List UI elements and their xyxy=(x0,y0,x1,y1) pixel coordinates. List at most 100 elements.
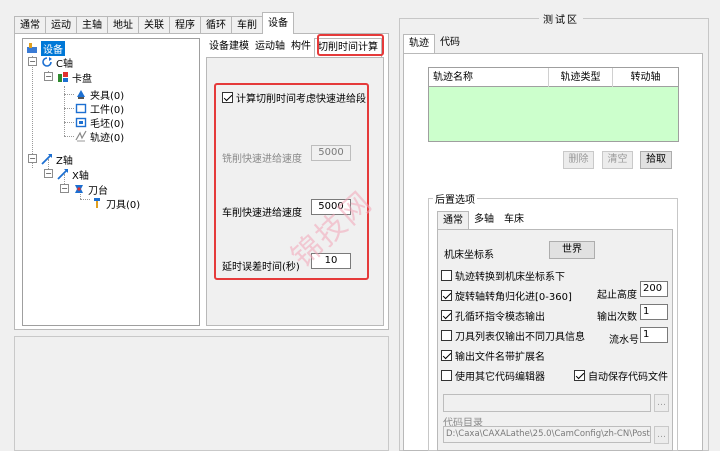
editor-path-input[interactable] xyxy=(443,394,651,412)
tool-icon xyxy=(91,197,103,209)
serial-number-input[interactable]: 1 xyxy=(640,327,668,343)
clear-button[interactable]: 清空 xyxy=(602,151,633,169)
delay-time-label: 延时误差时间(秒) xyxy=(222,262,300,273)
tab-program[interactable]: 程序 xyxy=(169,16,201,34)
tab-relation[interactable]: 关联 xyxy=(138,16,170,34)
track-table-header: 轨迹名称 轨迹类型 转动轴 xyxy=(429,68,678,87)
tree-node-fixture[interactable]: 夹具(0) xyxy=(75,87,124,102)
serial-number-label: 流水号 xyxy=(609,335,639,346)
auto-save-code-option[interactable]: 自动保存代码文件 xyxy=(574,368,668,383)
tab-post-lathe[interactable]: 车床 xyxy=(499,211,529,228)
consider-rapid-option[interactable]: 计算切削时间考虑快速进给段 xyxy=(222,90,366,105)
tab-post-general[interactable]: 通常 xyxy=(437,211,469,230)
expander-turret[interactable]: − xyxy=(60,184,69,193)
to-machine-coord-option[interactable]: 轨迹转换到机床坐标系下 xyxy=(441,268,565,283)
tree-node-device[interactable]: 设备 xyxy=(26,40,65,56)
tree-node-blank[interactable]: 毛坯(0) xyxy=(75,115,124,130)
rotate-axis-icon xyxy=(41,56,53,68)
tree-node-x-axis[interactable]: X轴 xyxy=(57,167,89,182)
expander-z-axis[interactable]: − xyxy=(28,154,37,163)
tab-track[interactable]: 轨迹 xyxy=(403,34,435,55)
highlight-box xyxy=(317,34,384,56)
machine-coord-button[interactable]: 世界 xyxy=(549,241,595,259)
highlight-box xyxy=(214,83,369,280)
tab-motion[interactable]: 运动 xyxy=(45,16,77,34)
tree-line xyxy=(64,108,74,109)
filename-extension-checkbox[interactable] xyxy=(441,350,452,361)
start-height-label: 起止高度 xyxy=(597,290,637,301)
turn-rapid-input[interactable]: 5000 xyxy=(311,199,351,215)
tree-node-track[interactable]: 轨迹(0) xyxy=(75,129,124,144)
tree-line xyxy=(80,199,90,200)
tree-node-tool[interactable]: 刀具(0) xyxy=(91,196,140,211)
mill-rapid-label: 铣削快速进给速度 xyxy=(222,154,302,165)
expander-chuck[interactable]: − xyxy=(44,72,53,81)
normalize-rotary-option[interactable]: 旋转轴转角归化进[0-360] xyxy=(441,288,572,303)
workpiece-icon xyxy=(75,102,87,114)
tab-motion-axis[interactable]: 运动轴 xyxy=(252,38,288,56)
tab-device[interactable]: 设备 xyxy=(262,12,294,34)
hole-cycle-modal-option[interactable]: 孔循环指令模态输出 xyxy=(441,308,545,323)
tab-component[interactable]: 构件 xyxy=(288,38,314,56)
track-icon xyxy=(75,130,87,142)
tab-post-multiaxis[interactable]: 多轴 xyxy=(469,211,499,228)
tree-node-workpiece[interactable]: 工件(0) xyxy=(75,101,124,116)
normalize-rotary-checkbox[interactable] xyxy=(441,290,452,301)
to-machine-coord-checkbox[interactable] xyxy=(441,270,452,281)
output-count-input[interactable]: 1 xyxy=(640,304,668,320)
tree-line xyxy=(64,122,74,123)
delay-time-input[interactable]: 10 xyxy=(311,253,351,269)
tab-spindle[interactable]: 主轴 xyxy=(76,16,108,34)
expander-c-axis[interactable]: − xyxy=(28,57,37,66)
delete-button[interactable]: 删除 xyxy=(563,151,594,169)
auto-save-code-checkbox[interactable] xyxy=(574,370,585,381)
hole-cycle-modal-checkbox[interactable] xyxy=(441,310,452,321)
output-count-label: 输出次数 xyxy=(597,312,637,323)
device-icon xyxy=(26,42,38,54)
tool-list-unique-checkbox[interactable] xyxy=(441,330,452,341)
tab-code[interactable]: 代码 xyxy=(435,34,465,52)
tab-address[interactable]: 地址 xyxy=(107,16,139,34)
tab-general[interactable]: 通常 xyxy=(14,16,46,34)
column-header-rotary-axis[interactable]: 转动轴 xyxy=(613,68,678,87)
turn-rapid-label: 车削快速进给速度 xyxy=(222,208,302,219)
tool-list-unique-option[interactable]: 刀具列表仅输出不同刀具信息 xyxy=(441,328,585,343)
tab-turning[interactable]: 车削 xyxy=(231,16,263,34)
code-dir-browse-button[interactable]: … xyxy=(654,426,669,444)
tree-line xyxy=(64,94,74,95)
info-pane xyxy=(14,336,389,451)
linear-axis-icon xyxy=(41,153,53,165)
tree-node-z-axis[interactable]: Z轴 xyxy=(41,152,73,167)
turret-icon xyxy=(73,183,85,195)
code-dir-input[interactable]: D:\Caxa\CAXALathe\25.0\CamConfig\zh-CN\P… xyxy=(443,426,651,443)
top-tab-bar: 通常 运动 主轴 地址 关联 程序 循环 车削 设备 xyxy=(14,12,294,34)
linear-axis-icon xyxy=(57,168,69,180)
start-height-input[interactable]: 200 xyxy=(640,281,668,297)
column-header-track-name[interactable]: 轨迹名称 xyxy=(429,68,549,87)
tree-line xyxy=(64,136,74,137)
filename-extension-option[interactable]: 输出文件名带扩展名 xyxy=(441,348,545,363)
fixture-icon xyxy=(75,88,87,100)
track-table[interactable]: 轨迹名称 轨迹类型 转动轴 xyxy=(428,67,679,142)
pick-button[interactable]: 拾取 xyxy=(640,151,672,169)
editor-browse-button[interactable]: … xyxy=(654,394,669,412)
chuck-icon xyxy=(57,71,69,83)
tree-node-c-axis[interactable]: C轴 xyxy=(41,55,73,70)
expander-x-axis[interactable]: − xyxy=(44,169,53,178)
tree-line xyxy=(32,56,33,168)
test-area-title: 测试区 xyxy=(539,11,583,26)
other-editor-option[interactable]: 使用其它代码编辑器 xyxy=(441,368,545,383)
other-editor-checkbox[interactable] xyxy=(441,370,452,381)
column-header-track-type[interactable]: 轨迹类型 xyxy=(549,68,613,87)
tree-node-turret[interactable]: 刀台 xyxy=(73,182,108,197)
mill-rapid-input[interactable]: 5000 xyxy=(311,145,351,161)
post-options-title: 后置选项 xyxy=(433,191,477,206)
tab-cycle[interactable]: 循环 xyxy=(200,16,232,34)
consider-rapid-checkbox[interactable] xyxy=(222,92,233,103)
test-area-tabs: 轨迹 代码 xyxy=(403,34,465,55)
tab-device-modeling[interactable]: 设备建模 xyxy=(206,38,252,56)
tree-node-chuck[interactable]: 卡盘 xyxy=(57,70,92,85)
device-tree[interactable]: 设备 − C轴 − 卡盘 夹具(0) 工件(0) 毛坯(0) 轨迹(0) − Z… xyxy=(22,38,200,326)
machine-coord-label: 机床坐标系 xyxy=(444,250,494,261)
post-options-tabs: 通常 多轴 车床 xyxy=(437,211,529,230)
